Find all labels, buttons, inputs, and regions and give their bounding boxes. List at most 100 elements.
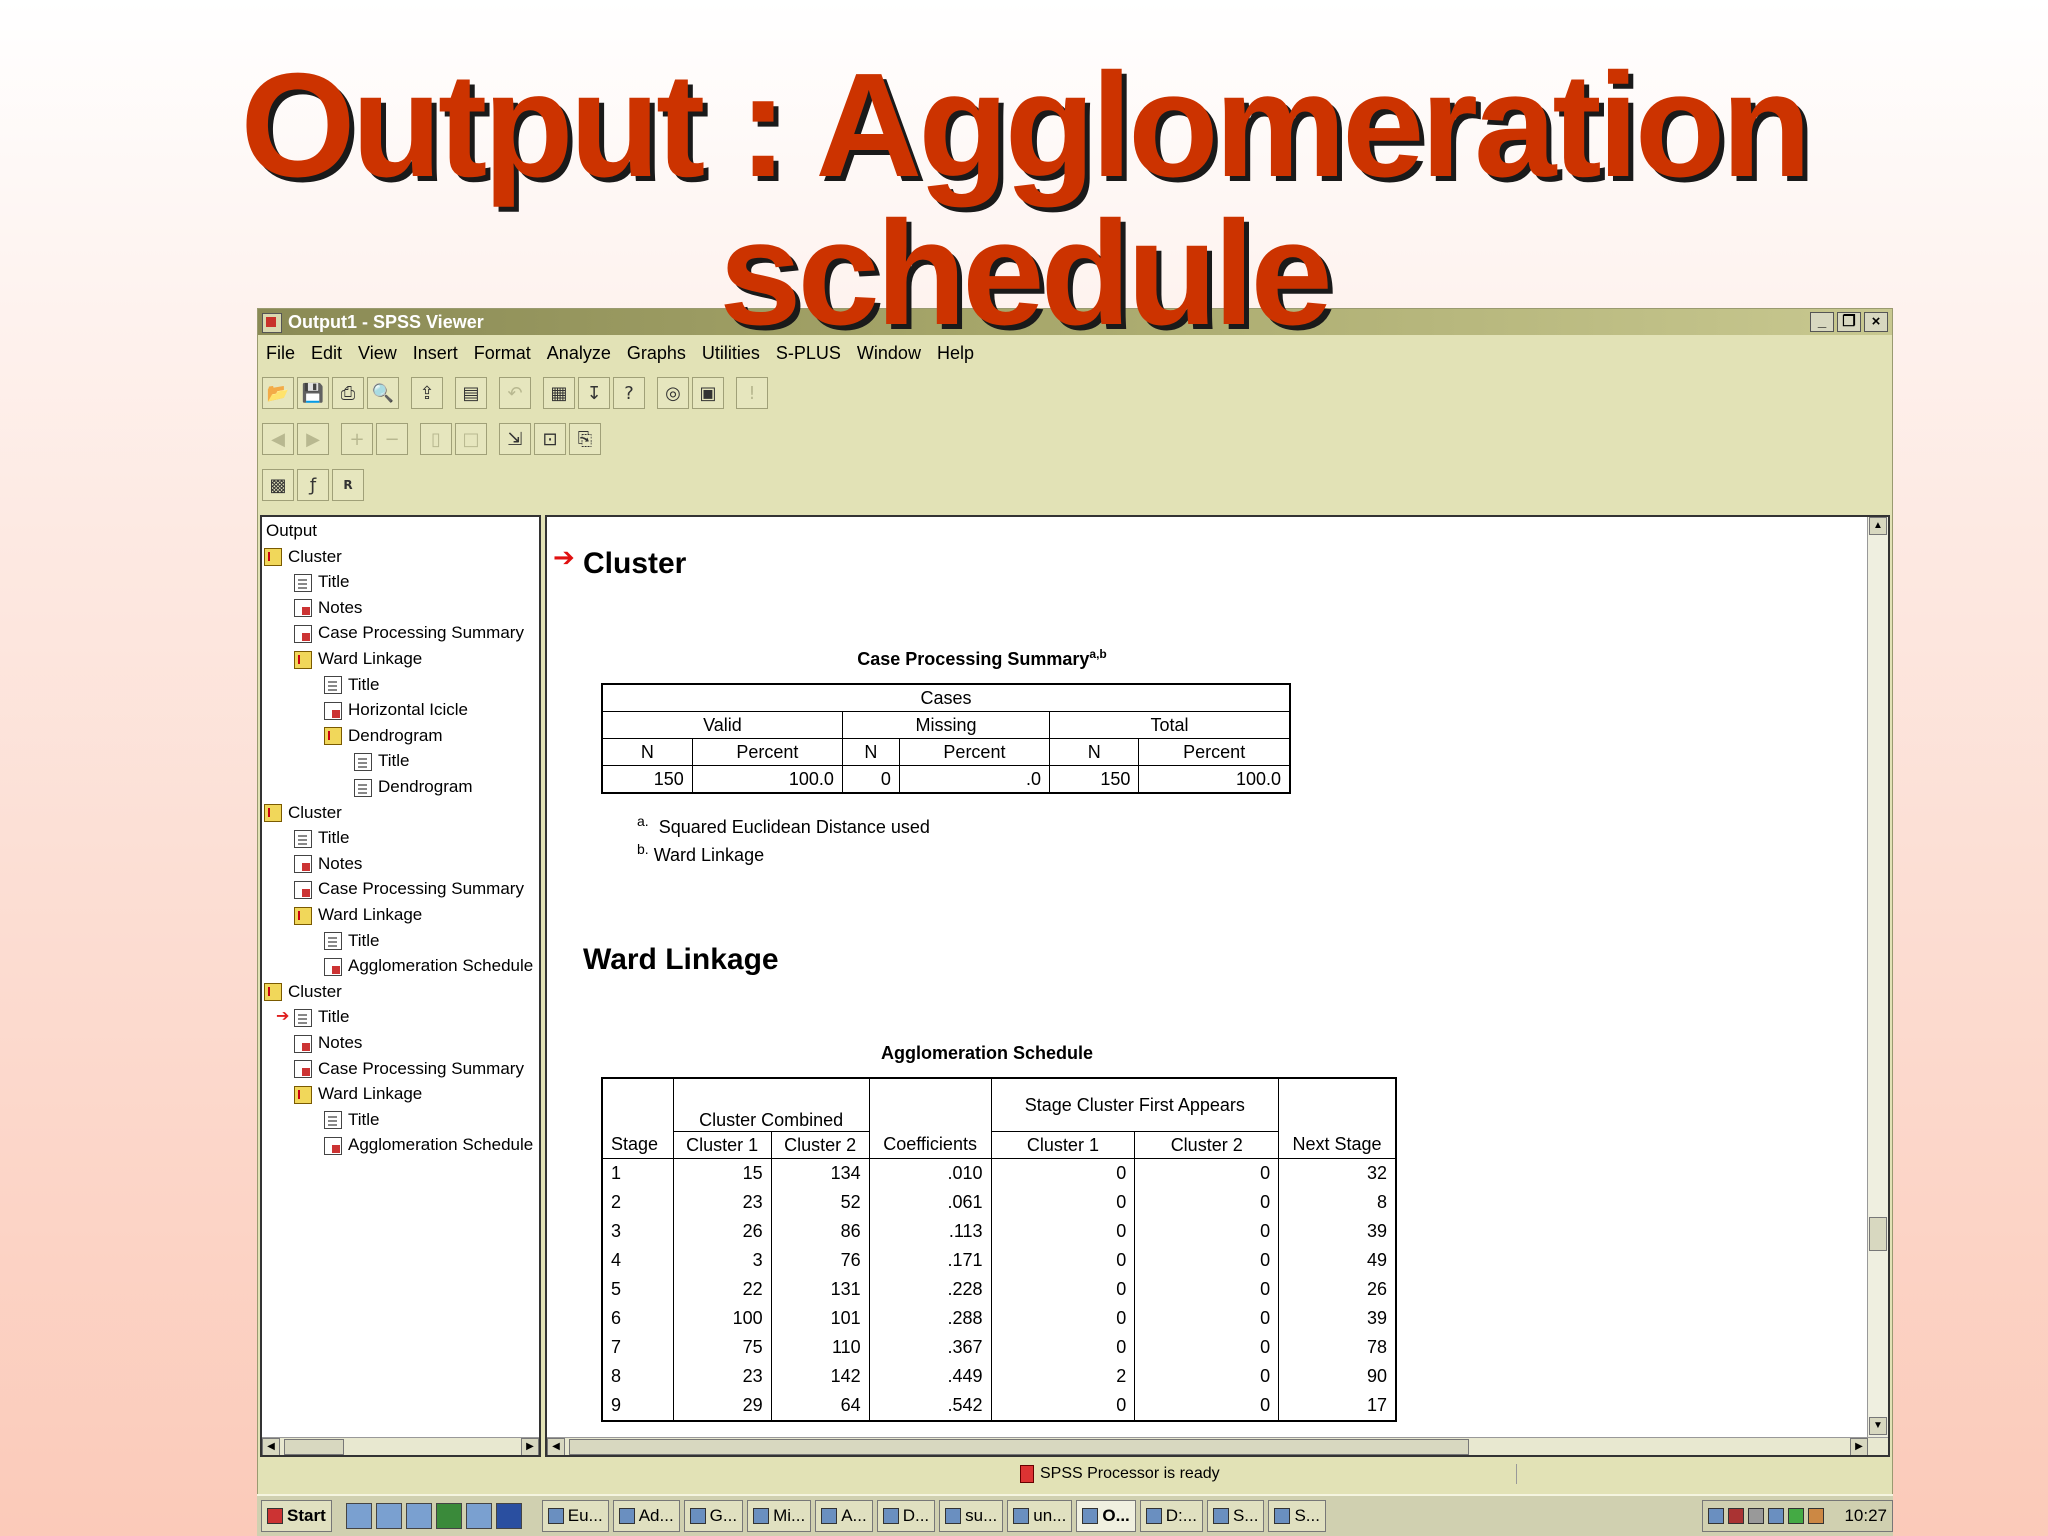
tree-item[interactable]: Agglomeration Schedule <box>324 954 533 978</box>
insert-heading-icon[interactable]: ⇲ <box>499 423 531 455</box>
variables-icon[interactable]: ? <box>613 377 645 409</box>
content-hscroll-thumb[interactable] <box>569 1439 1469 1455</box>
taskbar-button[interactable]: Eu... <box>541 1500 609 1532</box>
tray-shield-icon[interactable] <box>1728 1508 1745 1524</box>
export-icon[interactable]: ⇪ <box>411 377 443 409</box>
content-scroll-left-icon[interactable]: ◀ <box>547 1438 565 1455</box>
content-vscrollbar[interactable]: ▲ ▼ <box>1867 517 1888 1437</box>
hide-icon[interactable]: □ <box>455 423 487 455</box>
tree-item[interactable]: Ward Linkage <box>294 903 422 927</box>
content-pane[interactable]: ➔ Cluster Case Processing Summarya,b Cas… <box>545 515 1890 1457</box>
status-text: SPSS Processor is ready <box>1040 1465 1220 1482</box>
cps-title[interactable]: Case Processing Summarya,b <box>757 647 1207 670</box>
taskbar-button[interactable]: S... <box>1206 1500 1265 1532</box>
scroll-up-icon[interactable]: ▲ <box>1869 517 1887 535</box>
print-preview-icon[interactable]: 🔍 <box>367 377 399 409</box>
outlook-icon[interactable] <box>375 1503 402 1529</box>
tree-item[interactable]: Cluster <box>264 801 342 825</box>
scroll-right-icon[interactable]: ▶ <box>521 1438 539 1455</box>
promote-icon[interactable]: ◀ <box>262 423 294 455</box>
content-hscrollbar[interactable]: ◀ ▶ <box>547 1437 1888 1455</box>
show-icon[interactable]: ▯ <box>420 423 452 455</box>
data-editor-icon[interactable]: ▦ <box>543 377 575 409</box>
agg-title[interactable]: Agglomeration Schedule <box>737 1043 1237 1064</box>
splus-function-icon[interactable]: ƒ <box>297 469 329 501</box>
tree-item[interactable]: Title <box>354 749 410 773</box>
taskbar-button[interactable]: D:... <box>1139 1500 1203 1532</box>
scroll-down-icon[interactable]: ▼ <box>1869 1417 1887 1435</box>
save-icon[interactable]: 💾 <box>297 377 329 409</box>
tray-network-icon[interactable] <box>1788 1508 1805 1524</box>
taskbar-button-label: O... <box>1102 1506 1130 1525</box>
print-icon[interactable]: ⎙ <box>332 377 364 409</box>
tray-volume-icon[interactable] <box>1748 1508 1765 1524</box>
tree-item[interactable]: Notes <box>294 852 362 876</box>
tree-item[interactable]: Title <box>324 929 380 953</box>
tray-icon-1[interactable] <box>1708 1508 1725 1524</box>
taskbar-button[interactable]: Ad... <box>612 1500 680 1532</box>
agglomeration-table[interactable]: Cluster Combined Stage Cluster First Appe… <box>601 1077 1397 1422</box>
insert-text-icon[interactable]: ⎘ <box>569 423 601 455</box>
content-vscroll-thumb[interactable] <box>1869 1217 1887 1251</box>
case-processing-table[interactable]: Cases Valid Missing Total N Percent N Percent… <box>601 683 1291 794</box>
desktop-icon[interactable] <box>345 1503 372 1529</box>
scroll-left-icon[interactable]: ◀ <box>262 1438 280 1455</box>
splus-result-icon[interactable]: R <box>332 469 364 501</box>
splus-chart-icon[interactable]: ▩ <box>262 469 294 501</box>
tree-item[interactable]: Ward Linkage <box>294 1082 422 1106</box>
outline-hscrollbar[interactable]: ◀ ▶ <box>262 1437 539 1455</box>
tree-item[interactable]: Horizontal Icicle <box>324 698 468 722</box>
taskbar-button[interactable]: G... <box>683 1500 744 1532</box>
tray-icon-6[interactable] <box>1808 1508 1825 1524</box>
tray-search-icon[interactable] <box>1768 1508 1785 1524</box>
tree-item[interactable]: Ward Linkage <box>294 647 422 671</box>
tree-item[interactable]: Title <box>294 826 350 850</box>
tree-item[interactable]: Notes <box>294 596 362 620</box>
outline-pane[interactable]: Output Cluster Title Notes Case Processing S… <box>260 515 541 1457</box>
tree-item[interactable]: Case Processing Summary <box>294 1057 524 1081</box>
tree-item[interactable]: Cluster <box>264 980 342 1004</box>
clock[interactable]: 10:27 <box>1844 1501 1887 1531</box>
tree-item[interactable]: Cluster <box>264 545 342 569</box>
use-sets-icon[interactable]: ◎ <box>657 377 689 409</box>
excel-icon[interactable] <box>435 1503 462 1529</box>
start-button[interactable]: Start <box>261 1500 332 1532</box>
expand-icon[interactable]: + <box>341 423 373 455</box>
tree-item[interactable]: ➔ Title <box>276 1005 350 1029</box>
tree-item[interactable]: Case Processing Summary <box>294 877 524 901</box>
internet-explorer-icon[interactable] <box>405 1503 432 1529</box>
demote-icon[interactable]: ▶ <box>297 423 329 455</box>
taskbar-button[interactable]: A... <box>815 1500 873 1532</box>
taskbar-button[interactable]: S... <box>1268 1500 1326 1532</box>
find-icon[interactable] <box>465 1503 492 1529</box>
outline-scroll-thumb[interactable] <box>284 1439 344 1455</box>
dialog-recall-icon[interactable]: ▤ <box>455 377 487 409</box>
run-icon[interactable]: ! <box>736 377 768 409</box>
tree-item[interactable]: Dendrogram <box>324 724 443 748</box>
designate-window-icon[interactable]: ▣ <box>692 377 724 409</box>
tree-item[interactable]: Title <box>324 1108 380 1132</box>
taskbar-button[interactable]: Mi... <box>747 1500 812 1532</box>
undo-icon[interactable]: ↶ <box>499 377 531 409</box>
tree-item-label: Output <box>266 521 318 540</box>
open-icon[interactable]: 📂 <box>262 377 294 409</box>
collapse-icon[interactable]: − <box>376 423 408 455</box>
taskbar-button[interactable]: un... <box>1007 1500 1073 1532</box>
tree-item[interactable]: Dendrogram <box>354 775 473 799</box>
taskbar-button[interactable]: su... <box>939 1500 1004 1532</box>
insert-title-icon[interactable]: ⊡ <box>534 423 566 455</box>
taskbar-button[interactable]: D... <box>876 1500 936 1532</box>
tree-item[interactable]: Output <box>266 519 317 543</box>
agg-cell: 86 <box>771 1217 870 1246</box>
cluster-heading[interactable]: Cluster <box>583 547 686 581</box>
tree-item[interactable]: Title <box>324 673 380 697</box>
content-scroll-right-icon[interactable]: ▶ <box>1850 1438 1868 1455</box>
ward-linkage-heading[interactable]: Ward Linkage <box>583 943 779 977</box>
tree-item[interactable]: Agglomeration Schedule <box>324 1133 533 1157</box>
taskbar-button[interactable]: O... <box>1076 1500 1136 1532</box>
tree-item[interactable]: Case Processing Summary <box>294 621 524 645</box>
go-to-case-icon[interactable]: ↧ <box>578 377 610 409</box>
tree-item[interactable]: Title <box>294 570 350 594</box>
tree-item[interactable]: Notes <box>294 1031 362 1055</box>
word-icon[interactable] <box>495 1503 522 1529</box>
